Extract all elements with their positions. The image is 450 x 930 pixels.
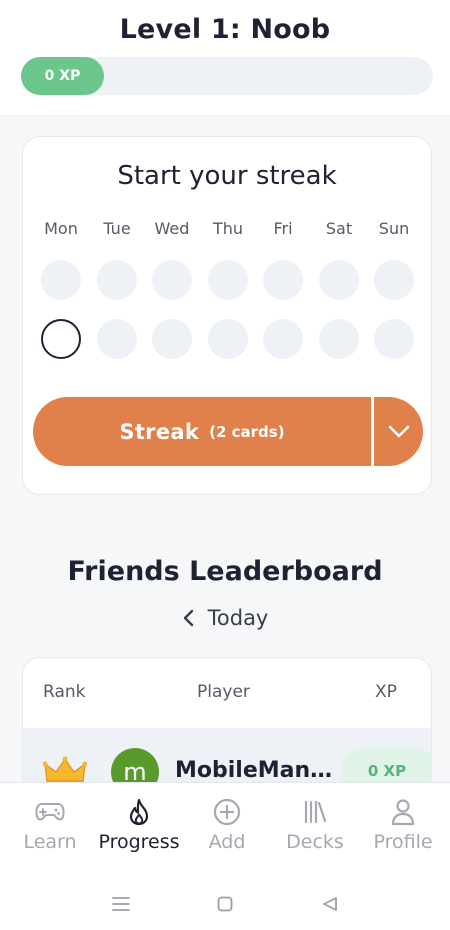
- day-label-fri: Fri: [273, 219, 293, 238]
- day-label-wed: Wed: [154, 219, 190, 238]
- tab-label: Decks: [286, 831, 344, 853]
- streak-day-circle: [374, 319, 414, 359]
- tab-progress[interactable]: Progress: [94, 797, 184, 853]
- bottom-tab-bar: Learn Progress Add Decks Profile: [0, 782, 450, 872]
- xp-badge: 0 XP: [21, 57, 104, 95]
- column-header-player: Player: [197, 682, 250, 702]
- level-title: Level 1: Noob: [119, 14, 331, 45]
- streak-day-circle: [152, 260, 192, 300]
- streak-split-button: Streak (2 cards): [33, 397, 423, 466]
- system-navigation-bar: [0, 872, 450, 930]
- streak-day-circle: [97, 319, 137, 359]
- back-triangle-icon[interactable]: [322, 896, 338, 916]
- streak-day-circle: [97, 260, 137, 300]
- streak-card-count: (2 cards): [209, 422, 285, 441]
- flame-icon: [127, 797, 151, 827]
- streak-day-circle: [374, 260, 414, 300]
- leaderboard-period-selector[interactable]: Today: [0, 606, 450, 630]
- column-header-rank: Rank: [43, 682, 86, 702]
- library-icon: [302, 797, 328, 827]
- chevron-down-icon: [388, 425, 409, 437]
- menu-icon[interactable]: [112, 896, 130, 916]
- tab-label: Add: [208, 831, 246, 853]
- streak-day-circle: [208, 319, 248, 359]
- day-label-sat: Sat: [325, 219, 353, 238]
- leaderboard-table: Rank Player XP m MobileMan... 0 XP: [22, 657, 432, 797]
- tab-profile[interactable]: Profile: [358, 797, 448, 853]
- day-label-mon: Mon: [44, 219, 78, 238]
- add-circle-icon: [213, 797, 241, 827]
- day-label-thu: Thu: [212, 219, 244, 238]
- streak-day-circle: [41, 260, 81, 300]
- streak-button-label: Streak: [119, 419, 200, 444]
- xp-progress-bar: 0 XP: [21, 57, 433, 95]
- tab-label: Profile: [373, 831, 433, 853]
- streak-day-circle: [208, 260, 248, 300]
- day-label-tue: Tue: [103, 219, 131, 238]
- column-header-xp: XP: [375, 682, 397, 702]
- streak-day-circle: [319, 260, 359, 300]
- player-name: MobileMan...: [175, 758, 335, 783]
- user-icon: [391, 797, 415, 827]
- streak-dropdown-button[interactable]: [374, 397, 423, 466]
- streak-day-circle: [319, 319, 359, 359]
- leaderboard-title: Friends Leaderboard: [67, 556, 383, 587]
- chevron-left-icon[interactable]: [182, 609, 194, 627]
- tab-decks[interactable]: Decks: [270, 797, 360, 853]
- gamepad-icon: [35, 797, 65, 827]
- level-header: Level 1: Noob 0 XP: [0, 0, 450, 116]
- streak-card: Start your streak Mon Tue Wed Thu Fri Sa…: [22, 136, 432, 495]
- streak-day-circle: [263, 260, 303, 300]
- tab-add[interactable]: Add: [182, 797, 272, 853]
- tab-learn[interactable]: Learn: [5, 797, 95, 853]
- streak-day-circle: [263, 319, 303, 359]
- day-label-sun: Sun: [378, 219, 410, 238]
- leaderboard-period-label: Today: [207, 606, 269, 630]
- streak-day-circle-today: [41, 319, 81, 359]
- streak-title: Start your streak: [117, 161, 337, 191]
- home-square-icon[interactable]: [217, 896, 233, 916]
- streak-button[interactable]: Streak (2 cards): [33, 397, 371, 466]
- tab-label: Progress: [98, 831, 180, 853]
- tab-label: Learn: [23, 831, 77, 853]
- streak-day-circle: [152, 319, 192, 359]
